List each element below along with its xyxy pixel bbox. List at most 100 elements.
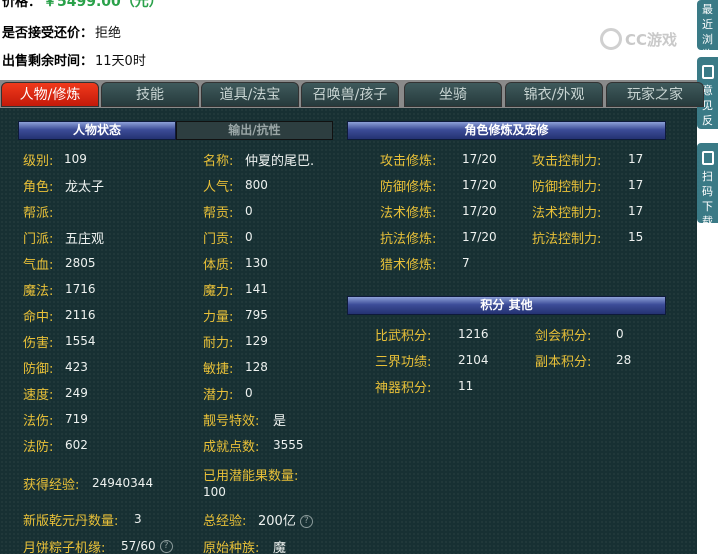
price-row: 价格： ￥5499.00（元） <box>2 0 163 11</box>
stat-label: 靓号特效: <box>203 414 260 429</box>
tab-mounts[interactable]: 坐骑 <box>404 82 502 107</box>
edit-icon <box>701 65 714 79</box>
cultivation-value: 17/20 <box>462 230 497 244</box>
stat-value: 109 <box>64 152 87 166</box>
tab-items[interactable]: 道具/法宝 <box>201 82 299 107</box>
cultivation-label: 抗法修炼: <box>380 232 437 247</box>
stat-label: 命中: <box>23 310 54 325</box>
stat-value: 2116 <box>65 308 96 322</box>
exp-label: 获得经验: <box>23 478 80 493</box>
stat-label: 法防: <box>23 440 54 455</box>
tab-output-resistance[interactable]: 输出/抗性 <box>176 121 333 140</box>
stat-label: 门贡: <box>203 232 234 247</box>
stat-label: 力量: <box>203 310 234 325</box>
character-name: 仲夏的尾巴. <box>245 154 315 169</box>
stat-label: 级别: <box>23 154 54 169</box>
watermark-logo: CC游戏 <box>600 26 694 52</box>
stat-label: 成就点数: <box>203 440 260 455</box>
points-label: 副本积分: <box>535 355 592 370</box>
stat-value: 3555 <box>273 438 304 452</box>
control-value: 17 <box>628 152 644 166</box>
tab-outfits[interactable]: 锦衣/外观 <box>505 82 603 107</box>
points-value: 1216 <box>458 327 489 341</box>
mooncake-number: 57/60 <box>121 539 156 553</box>
stat-label: 潜力: <box>203 388 234 403</box>
used-fruit-label: 已用潜能果数量: <box>203 469 299 484</box>
tab-summons[interactable]: 召唤兽/孩子 <box>301 82 399 107</box>
control-label: 防御控制力: <box>532 180 602 195</box>
phone-icon <box>701 151 714 165</box>
stat-value: 128 <box>245 360 268 374</box>
control-label: 攻击控制力: <box>532 154 602 169</box>
logo-text: CC游戏 <box>625 30 678 49</box>
stat-label: 魔法: <box>23 284 54 299</box>
logo-ring-icon <box>600 28 622 50</box>
stat-label: 气血: <box>23 258 54 273</box>
cultivation-label: 法术修炼: <box>380 206 437 221</box>
stat-label: 名称: <box>203 154 234 169</box>
mooncake-label: 月饼粽子机缘: <box>23 541 106 554</box>
points-label: 神器积分: <box>375 381 432 396</box>
cultivation-value: 17/20 <box>462 204 497 218</box>
time-remaining-label: 出售剩余时间： <box>2 54 94 69</box>
price-value: ￥5499.00（元） <box>43 0 163 10</box>
control-label: 抗法控制力: <box>532 232 602 247</box>
stat-value: 800 <box>245 178 268 192</box>
tab-bar: 人物/修炼 技能 道具/法宝 召唤兽/孩子 坐骑 锦衣/外观 玩家之家 <box>0 80 704 108</box>
total-exp-number: 200亿 <box>258 514 296 529</box>
tab-player-home[interactable]: 玩家之家 <box>606 82 704 107</box>
points-label: 剑会积分: <box>535 329 592 344</box>
cultivation-header: 角色修炼及宠修 <box>347 121 666 140</box>
mooncake-value: 57/60? <box>121 539 173 553</box>
used-fruit-value: 100 <box>203 485 226 499</box>
race-value: 魔 <box>273 541 287 554</box>
scan-download-label: 扫码下载 <box>702 170 713 223</box>
qianyuan-value: 3 <box>134 512 142 526</box>
points-value: 0 <box>616 327 624 341</box>
stat-value: 602 <box>65 438 88 452</box>
stat-label: 速度: <box>23 388 54 403</box>
help-icon[interactable]: ? <box>159 540 173 553</box>
stat-value: 0 <box>245 230 253 244</box>
stat-label: 法伤: <box>23 414 54 429</box>
stat-label: 伤害: <box>23 336 54 351</box>
stat-label: 敏捷: <box>203 362 234 377</box>
accept-offer-row: 是否接受还价： 拒绝 <box>2 22 121 41</box>
race-label: 原始种族: <box>203 541 260 554</box>
stat-label: 帮派: <box>23 206 54 221</box>
stat-value: 130 <box>245 256 268 270</box>
stat-value: 141 <box>245 282 268 296</box>
stat-value: 423 <box>65 360 88 374</box>
scan-download-button[interactable]: 扫码下载 <box>697 143 718 223</box>
tab-skills[interactable]: 技能 <box>101 82 199 107</box>
points-label: 三界功绩: <box>375 355 432 370</box>
help-icon[interactable]: ? <box>299 515 313 528</box>
total-exp-value: 200亿? <box>258 510 313 529</box>
recent-browse-button[interactable]: 最近浏览 <box>697 0 718 50</box>
accept-offer-value: 拒绝 <box>95 26 122 41</box>
stat-value: 龙太子 <box>65 180 105 195</box>
tab-character-status[interactable]: 人物状态 <box>18 121 176 140</box>
stat-value: 2805 <box>65 256 96 270</box>
stat-value: 0 <box>245 204 253 218</box>
cultivation-value: 7 <box>462 256 470 270</box>
stat-value: 0 <box>245 386 253 400</box>
stat-value: 1716 <box>65 282 96 296</box>
stat-label: 防御: <box>23 362 54 377</box>
stat-label: 魔力: <box>203 284 234 299</box>
stat-label: 耐力: <box>203 336 234 351</box>
stat-label: 人气: <box>203 180 234 195</box>
listing-info: 价格： ￥5499.00（元） 是否接受还价： 拒绝 出售剩余时间： 11天0时 CC… <box>0 0 700 78</box>
stat-label: 角色: <box>23 180 54 195</box>
stat-label: 帮贡: <box>203 206 234 221</box>
control-value: 15 <box>628 230 644 244</box>
cultivation-label: 防御修炼: <box>380 180 437 195</box>
points-header: 积分 其他 <box>347 296 666 315</box>
points-label: 比武积分: <box>375 329 432 344</box>
points-value: 11 <box>458 379 474 393</box>
cultivation-label: 猎术修炼: <box>380 258 437 273</box>
stat-value: 是 <box>273 414 287 429</box>
character-panel: 人物状态 输出/抗性 级别: 109 角色: 龙太子 帮派: 门派: 五庄观 气… <box>0 108 697 554</box>
stat-value: 795 <box>245 308 268 322</box>
tab-character[interactable]: 人物/修炼 <box>1 82 99 107</box>
